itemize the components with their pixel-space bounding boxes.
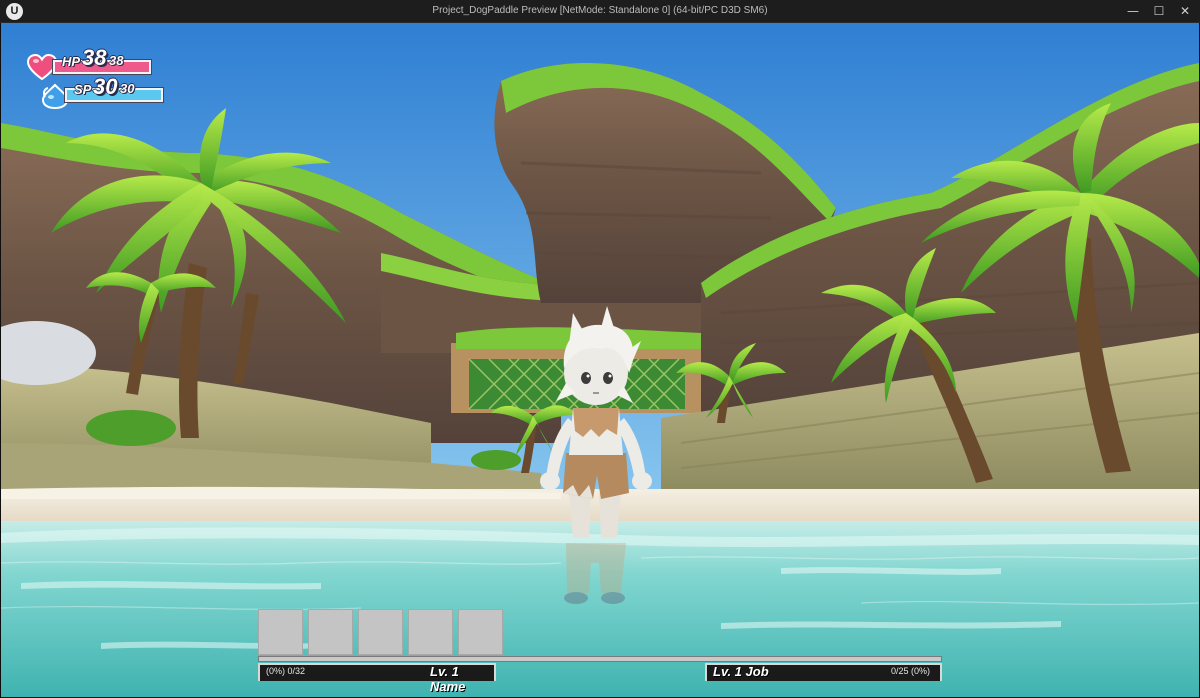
hotbar-slot-3[interactable] (358, 609, 403, 655)
hotbar-slot-1[interactable] (258, 609, 303, 655)
window-title: Project_DogPaddle Preview [NetMode: Stan… (432, 5, 768, 16)
hotbar-slot-5[interactable] (458, 609, 503, 655)
experience-track (258, 656, 942, 662)
character-level-panel: (0%) 0/32 Lv. 1 Name (258, 663, 496, 694)
sp-max: 30 (120, 81, 135, 96)
window-titlebar: Project_DogPaddle Preview [NetMode: Stan… (0, 0, 1200, 23)
hotbar-slot-2[interactable] (308, 609, 353, 655)
character-xp-progress: (0%) 0/32 (266, 666, 306, 676)
beach-scene (1, 23, 1199, 697)
hotbar (258, 609, 506, 655)
sp-current: 30 (93, 74, 118, 99)
job-level-panel: Lv. 1 Job 0/25 (0%) (705, 663, 942, 681)
job-xp-progress: 0/25 (0%) (891, 666, 931, 676)
sp-stat: SP 30 30 (1, 23, 171, 113)
maximize-button[interactable]: ☐ (1146, 2, 1172, 21)
job-level-title: Lv. 1 Job (713, 664, 769, 679)
minimize-button[interactable]: — (1120, 2, 1146, 21)
close-button[interactable]: ✕ (1172, 2, 1198, 21)
sp-label: SP (74, 82, 92, 97)
game-viewport[interactable]: HP 38 38 SP 30 30 (0%) 0/32 Lv. 1 Name L… (1, 23, 1199, 697)
character-level-name: Lv. 1 Name (430, 664, 466, 694)
hotbar-slot-4[interactable] (408, 609, 453, 655)
